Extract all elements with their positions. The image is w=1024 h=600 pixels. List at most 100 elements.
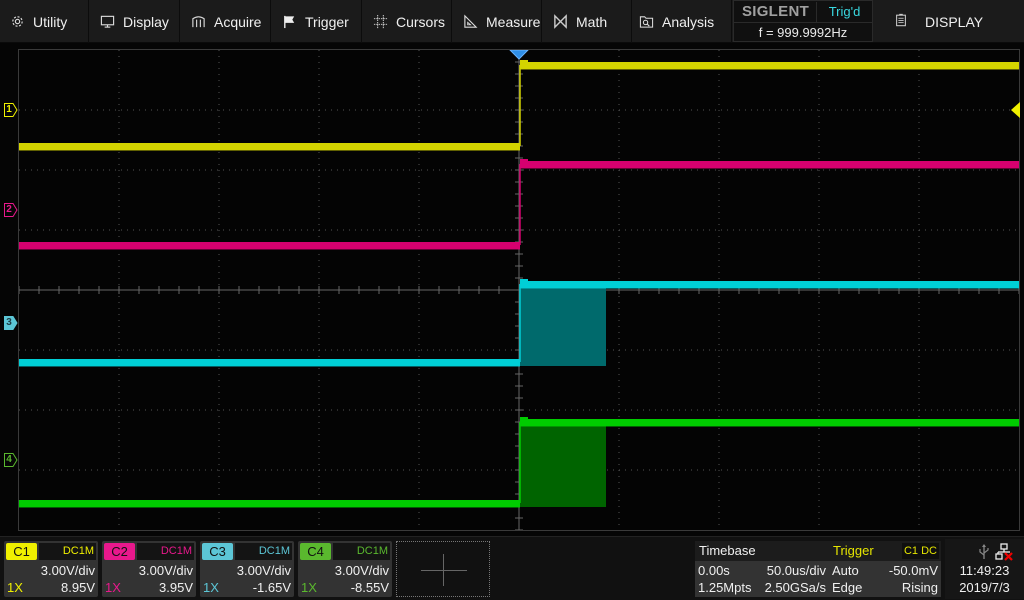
- math-icon: [552, 14, 568, 30]
- volts-per-div: 3.00V/div: [334, 563, 389, 578]
- menu-acquire[interactable]: Acquire: [181, 0, 271, 43]
- channel-4-trace-shadow: [19, 506, 520, 508]
- probe-attenuation: 1X: [203, 580, 219, 595]
- menu-label: Analysis: [662, 13, 715, 30]
- channel-2-trace-shadow: [520, 167, 1019, 169]
- coupling: DC1M: [39, 543, 96, 560]
- brand-logo: SIGLENT: [741, 3, 810, 20]
- volts-per-div: 3.00V/div: [40, 563, 95, 578]
- channel-1-trace-shadow: [520, 68, 1019, 70]
- menu-trigger[interactable]: Trigger: [272, 0, 362, 43]
- menu-utility[interactable]: Utility: [0, 0, 89, 43]
- channel-1-trace-low: [19, 143, 520, 150]
- clock-panel: 11:49:23 2019/7/3: [945, 539, 1024, 599]
- menu-label: Display: [123, 13, 169, 30]
- marker-number: 4: [6, 453, 12, 465]
- menu-cursors[interactable]: Cursors: [363, 0, 452, 43]
- bottom-status-bar: C1 DC1M 3.00V/div 1X 8.95V C2 DC1M 3.00V/div 1X 3…: [0, 536, 1024, 600]
- analysis-icon: [638, 14, 654, 30]
- volts-per-div: 3.00V/div: [138, 563, 193, 578]
- flag-icon: [281, 14, 297, 30]
- coupling: DC1M: [333, 543, 390, 560]
- oscilloscope-screen: Utility Display Acquire Trigger Cursors: [0, 0, 1024, 600]
- channel-offset: 3.95V: [159, 580, 193, 595]
- gear-icon: [9, 14, 25, 30]
- trigger-panel[interactable]: Trigger C1 DC Auto -50.0mV Edge Rising: [829, 541, 941, 597]
- menu-display[interactable]: Display: [90, 0, 180, 43]
- trigger-level-marker[interactable]: [1011, 102, 1020, 118]
- menu-label: Math: [576, 13, 608, 30]
- display-label: DISPLAY: [925, 13, 984, 30]
- channel-tag: C2: [104, 543, 135, 560]
- probe-attenuation: 1X: [7, 580, 23, 595]
- trigger-type: Edge: [832, 580, 863, 595]
- plus-icon-h: [421, 570, 467, 571]
- channel-1-info[interactable]: C1 DC1M 3.00V/div 1X 8.95V: [4, 541, 98, 597]
- channel-1-trace-shadow: [19, 149, 520, 151]
- display-button[interactable]: DISPLAY: [874, 0, 1024, 43]
- channel-4-trace-shadow: [520, 425, 1019, 427]
- waveform-area[interactable]: [18, 49, 1020, 531]
- channel-3-trace-low: [19, 359, 520, 366]
- channel-3-trace-shadow: [520, 287, 1019, 289]
- monitor-icon: [99, 14, 115, 30]
- marker-number: 1: [6, 104, 12, 115]
- trigger-slope: Rising: [901, 580, 938, 595]
- timebase-panel[interactable]: Timebase 0.00s 50.0us/div 1.25Mpts 2.50G…: [695, 541, 829, 597]
- trigger-position-marker: [509, 50, 529, 60]
- memory-depth: 1.25Mpts: [698, 580, 752, 595]
- volts-per-div: 3.00V/div: [236, 563, 291, 578]
- probe-attenuation: 1X: [301, 580, 317, 595]
- channel-2-marker[interactable]: 2: [4, 203, 18, 218]
- channel-2-trace-shadow: [19, 248, 520, 250]
- menu-label: Acquire: [214, 13, 262, 30]
- clock-time: 11:49:23: [959, 563, 1010, 578]
- trigger-status: Trig'd: [816, 2, 872, 22]
- add-channel-slot[interactable]: [396, 541, 490, 597]
- set-square-icon: [462, 14, 478, 30]
- channel-tag: C1: [6, 543, 37, 560]
- timebase-scale: 50.0us/div: [766, 563, 826, 578]
- menu-measure[interactable]: Measure: [453, 0, 542, 43]
- battery-icon: [894, 12, 908, 31]
- channel-tag: C4: [300, 543, 331, 560]
- channel-offset: -8.55V: [350, 580, 389, 595]
- channel-4-edge-fill: [520, 422, 606, 507]
- marker-number: 2: [6, 204, 12, 216]
- sample-rate: 2.50GSa/s: [764, 580, 826, 595]
- grid-icon: [372, 14, 388, 30]
- channel-3-edge-fill: [520, 284, 606, 366]
- menu-label: Trigger: [305, 13, 349, 30]
- channel-2-trace-high: [520, 161, 1019, 168]
- channel-3-trace-high: [520, 281, 1019, 288]
- menu-math[interactable]: Math: [543, 0, 632, 43]
- menu-label: Cursors: [396, 13, 446, 30]
- channel-1-trace-high: [520, 62, 1019, 69]
- marker-number: 3: [6, 317, 12, 328]
- status-box: SIGLENT Trig'd f = 999.9992Hz: [733, 0, 873, 42]
- timebase-delay: 0.00s: [698, 563, 730, 578]
- trigger-mode: Auto: [832, 563, 859, 578]
- probe-attenuation: 1X: [105, 580, 121, 595]
- coupling: DC1M: [137, 543, 194, 560]
- usb-icon: [979, 544, 989, 565]
- channel-3-marker[interactable]: 3: [4, 316, 18, 330]
- channel-3-info[interactable]: C3 DC1M 3.00V/div 1X -1.65V: [200, 541, 294, 597]
- channel-1-marker[interactable]: 1: [4, 103, 18, 117]
- channel-4-info[interactable]: C4 DC1M 3.00V/div 1X -8.55V: [298, 541, 392, 597]
- channel-offset: 8.95V: [61, 580, 95, 595]
- coupling: DC1M: [235, 543, 292, 560]
- top-menu-bar: Utility Display Acquire Trigger Cursors: [0, 0, 1024, 43]
- menu-label: Utility: [33, 13, 68, 30]
- channel-2-info[interactable]: C2 DC1M 3.00V/div 1X 3.95V: [102, 541, 196, 597]
- menu-analysis[interactable]: Analysis: [633, 0, 732, 43]
- acquire-icon: [190, 14, 206, 30]
- channel-tag: C3: [202, 543, 233, 560]
- channel-2-trace-low: [19, 242, 520, 249]
- clock-date: 2019/7/3: [959, 580, 1010, 595]
- frequency-counter: f = 999.9992Hz: [734, 22, 872, 42]
- channel-4-marker[interactable]: 4: [4, 452, 18, 467]
- trigger-level: -50.0mV: [888, 563, 938, 578]
- trigger-source: C1 DC: [901, 543, 939, 559]
- timebase-title: Timebase: [695, 541, 829, 561]
